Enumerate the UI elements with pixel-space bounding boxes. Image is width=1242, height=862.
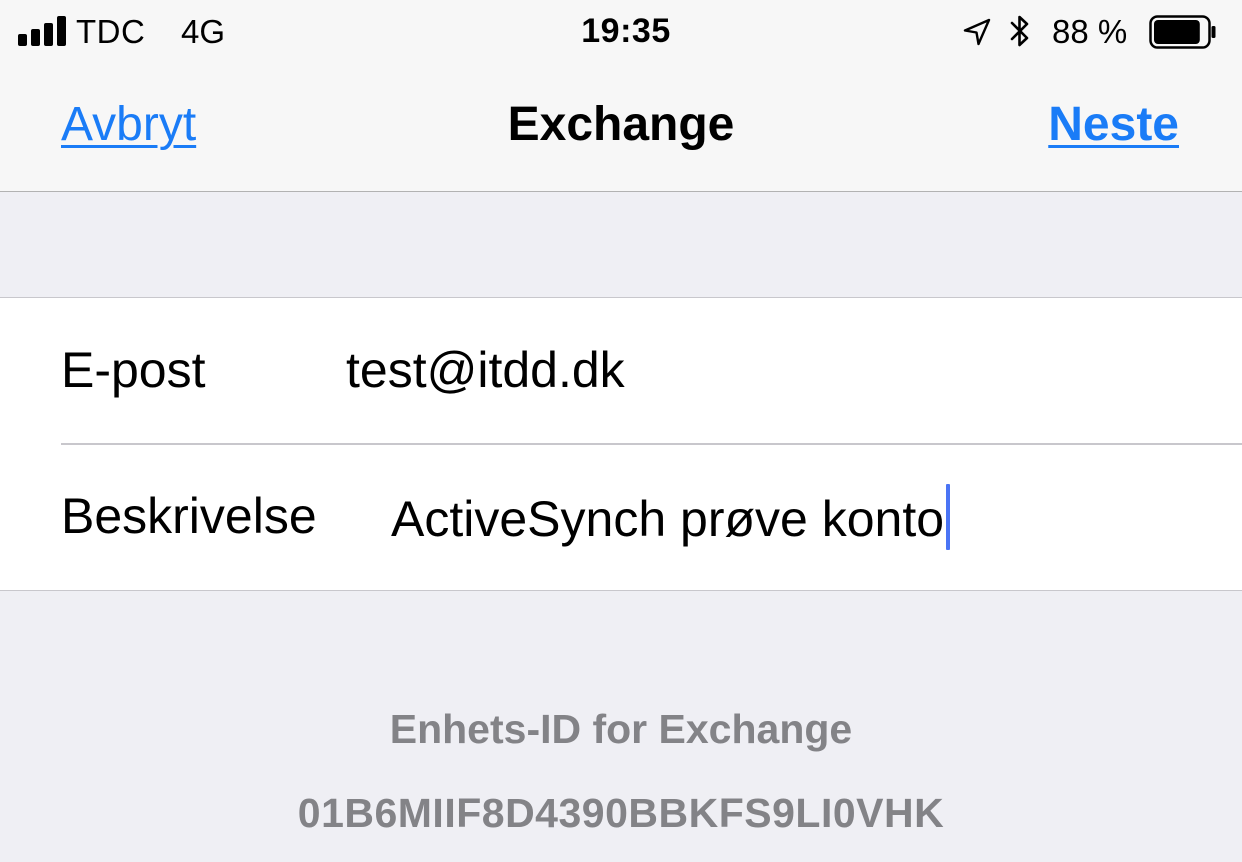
device-id-label: Enhets-ID for Exchange (389, 706, 853, 752)
next-button[interactable]: Neste (1048, 96, 1179, 154)
device-id-value: 01B6MIIF8D4390BBKFS9LI0VHK (297, 790, 945, 836)
text-cursor (946, 484, 951, 550)
description-row[interactable]: Beskrivelse ActiveSynch prøve konto (0, 444, 1242, 590)
email-row[interactable]: E-post test@itdd.dk (0, 298, 1242, 445)
bluetooth-icon (1010, 15, 1029, 47)
account-form: E-post test@itdd.dk Beskrivelse ActiveSy… (0, 297, 1242, 591)
email-field[interactable]: test@itdd.dk (346, 338, 625, 402)
status-bar: TDC 4G 19:35 88 % (0, 0, 1242, 64)
email-label: E-post (61, 342, 206, 398)
description-label: Beskrivelse (61, 488, 317, 544)
battery-percentage: 88 % (1052, 13, 1128, 50)
battery-icon (1149, 15, 1216, 49)
navigation-bar: Avbryt Exchange Neste (0, 64, 1242, 192)
description-field[interactable]: ActiveSynch prøve konto (391, 484, 951, 551)
description-text: ActiveSynch prøve konto (391, 491, 945, 547)
location-arrow-icon (963, 18, 991, 46)
